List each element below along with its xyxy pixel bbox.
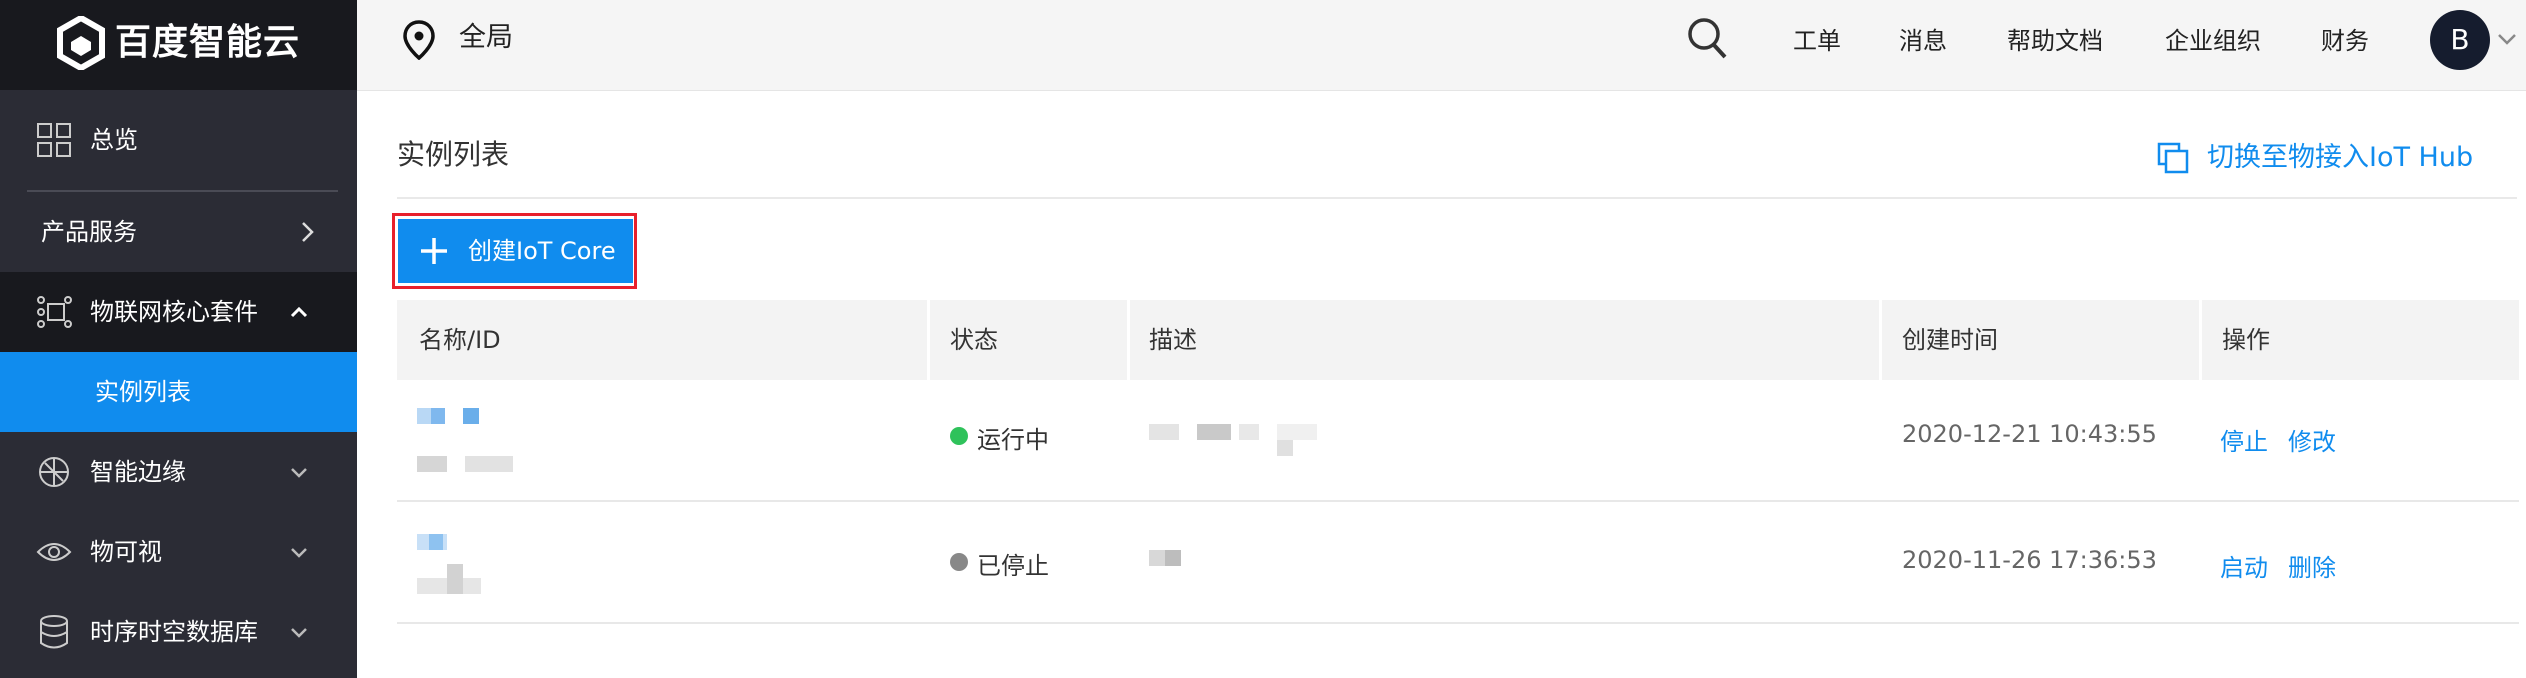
column-divider	[1879, 300, 1882, 380]
column-header-status: 状态	[950, 326, 998, 354]
redacted-description	[1197, 424, 1231, 440]
switch-icon	[2157, 142, 2189, 174]
top-bar: 全局 工单 消息 帮助文档 企业组织 财务 B	[357, 0, 2526, 91]
redacted-id	[417, 456, 447, 472]
nav-overview[interactable]: 总览	[0, 100, 357, 180]
chevron-down-icon	[291, 628, 307, 638]
top-link-ticket[interactable]: 工单	[1793, 0, 1841, 82]
nav-visual-label: 物可视	[90, 538, 162, 566]
column-header-name: 名称/ID	[419, 326, 501, 354]
status-text: 已停止	[977, 552, 1049, 580]
redacted-description	[1165, 550, 1181, 566]
brand-name: 百度智能云	[115, 22, 301, 63]
redacted-description	[1149, 424, 1179, 440]
redacted-name	[431, 408, 445, 424]
create-button-label: 创建IoT Core	[468, 237, 616, 265]
delete-action[interactable]: 删除	[2288, 548, 2336, 583]
nav-products[interactable]: 产品服务	[0, 192, 357, 272]
chevron-right-icon	[302, 222, 314, 242]
nav-overview-label: 总览	[90, 126, 138, 154]
switch-link-label: 切换至物接入IoT Hub	[2207, 142, 2474, 173]
top-link-messages[interactable]: 消息	[1899, 0, 1947, 82]
redacted-description	[1277, 424, 1317, 440]
redacted-description	[1277, 440, 1293, 456]
redacted-id	[447, 564, 463, 594]
eye-icon	[36, 543, 72, 561]
redacted-description	[1239, 424, 1259, 440]
grid-icon	[37, 123, 71, 157]
column-divider	[2199, 300, 2202, 380]
table-row: 已停止 2020-11-26 17:36:53 启动 删除	[397, 502, 2519, 624]
table-header: 名称/ID 状态 描述 创建时间 操作	[397, 300, 2519, 380]
nav-visual[interactable]: 物可视	[0, 512, 357, 592]
brand-logo[interactable]: 百度智能云	[0, 0, 357, 90]
redacted-name	[463, 408, 479, 424]
column-header-actions: 操作	[2222, 326, 2270, 354]
page-title: 实例列表	[397, 138, 510, 171]
top-link-help-docs[interactable]: 帮助文档	[2007, 0, 2103, 82]
nav-iot-core[interactable]: 物联网核心套件	[0, 272, 357, 352]
cube-logo-icon	[57, 16, 105, 70]
row-divider	[397, 622, 2519, 624]
sidebar: 百度智能云 总览 产品服务 物联网核心套件 实例列表 智能边缘 物可视 时序时空…	[0, 0, 357, 678]
nav-products-label: 产品服务	[41, 218, 137, 246]
nav-instance-list[interactable]: 实例列表	[0, 352, 357, 432]
chevron-down-icon	[291, 468, 307, 478]
plus-icon	[421, 238, 447, 264]
table-row: 运行中 2020-12-21 10:43:55 停止 修改	[397, 380, 2519, 502]
location-pin-icon[interactable]	[402, 20, 436, 60]
edge-icon	[39, 457, 69, 487]
status-dot-running	[950, 427, 968, 445]
chevron-up-icon	[290, 306, 308, 318]
start-action[interactable]: 启动	[2220, 548, 2268, 583]
user-avatar[interactable]: B	[2430, 10, 2490, 70]
region-selector[interactable]: 全局	[459, 0, 513, 76]
nav-edge-label: 智能边缘	[90, 458, 186, 486]
search-icon[interactable]	[1686, 16, 1728, 60]
title-divider	[397, 197, 2517, 199]
database-icon	[40, 615, 68, 649]
nav-instance-list-label: 实例列表	[95, 378, 191, 406]
nav-iot-core-label: 物联网核心套件	[90, 298, 258, 326]
redacted-id	[465, 456, 513, 472]
stop-action[interactable]: 停止	[2220, 422, 2268, 457]
redacted-name	[429, 534, 443, 550]
column-divider	[927, 300, 930, 380]
chevron-down-icon[interactable]	[2496, 32, 2518, 48]
column-header-created: 创建时间	[1902, 326, 1998, 354]
create-iot-core-button[interactable]: 创建IoT Core	[398, 219, 633, 283]
created-time: 2020-12-21 10:43:55	[1902, 420, 2157, 448]
column-header-description: 描述	[1149, 326, 1197, 354]
nav-edge[interactable]: 智能边缘	[0, 432, 357, 512]
top-link-finance[interactable]: 财务	[2321, 0, 2369, 82]
edit-action[interactable]: 修改	[2288, 422, 2336, 457]
chevron-down-icon	[291, 548, 307, 558]
created-time: 2020-11-26 17:36:53	[1902, 546, 2157, 574]
status-text: 运行中	[977, 426, 1049, 454]
column-divider	[1127, 300, 1130, 380]
iot-suite-icon	[37, 296, 72, 328]
nav-tsdb-label: 时序时空数据库	[90, 618, 258, 646]
status-dot-stopped	[950, 553, 968, 571]
top-link-organization[interactable]: 企业组织	[2165, 0, 2261, 82]
nav-tsdb[interactable]: 时序时空数据库	[0, 592, 357, 672]
